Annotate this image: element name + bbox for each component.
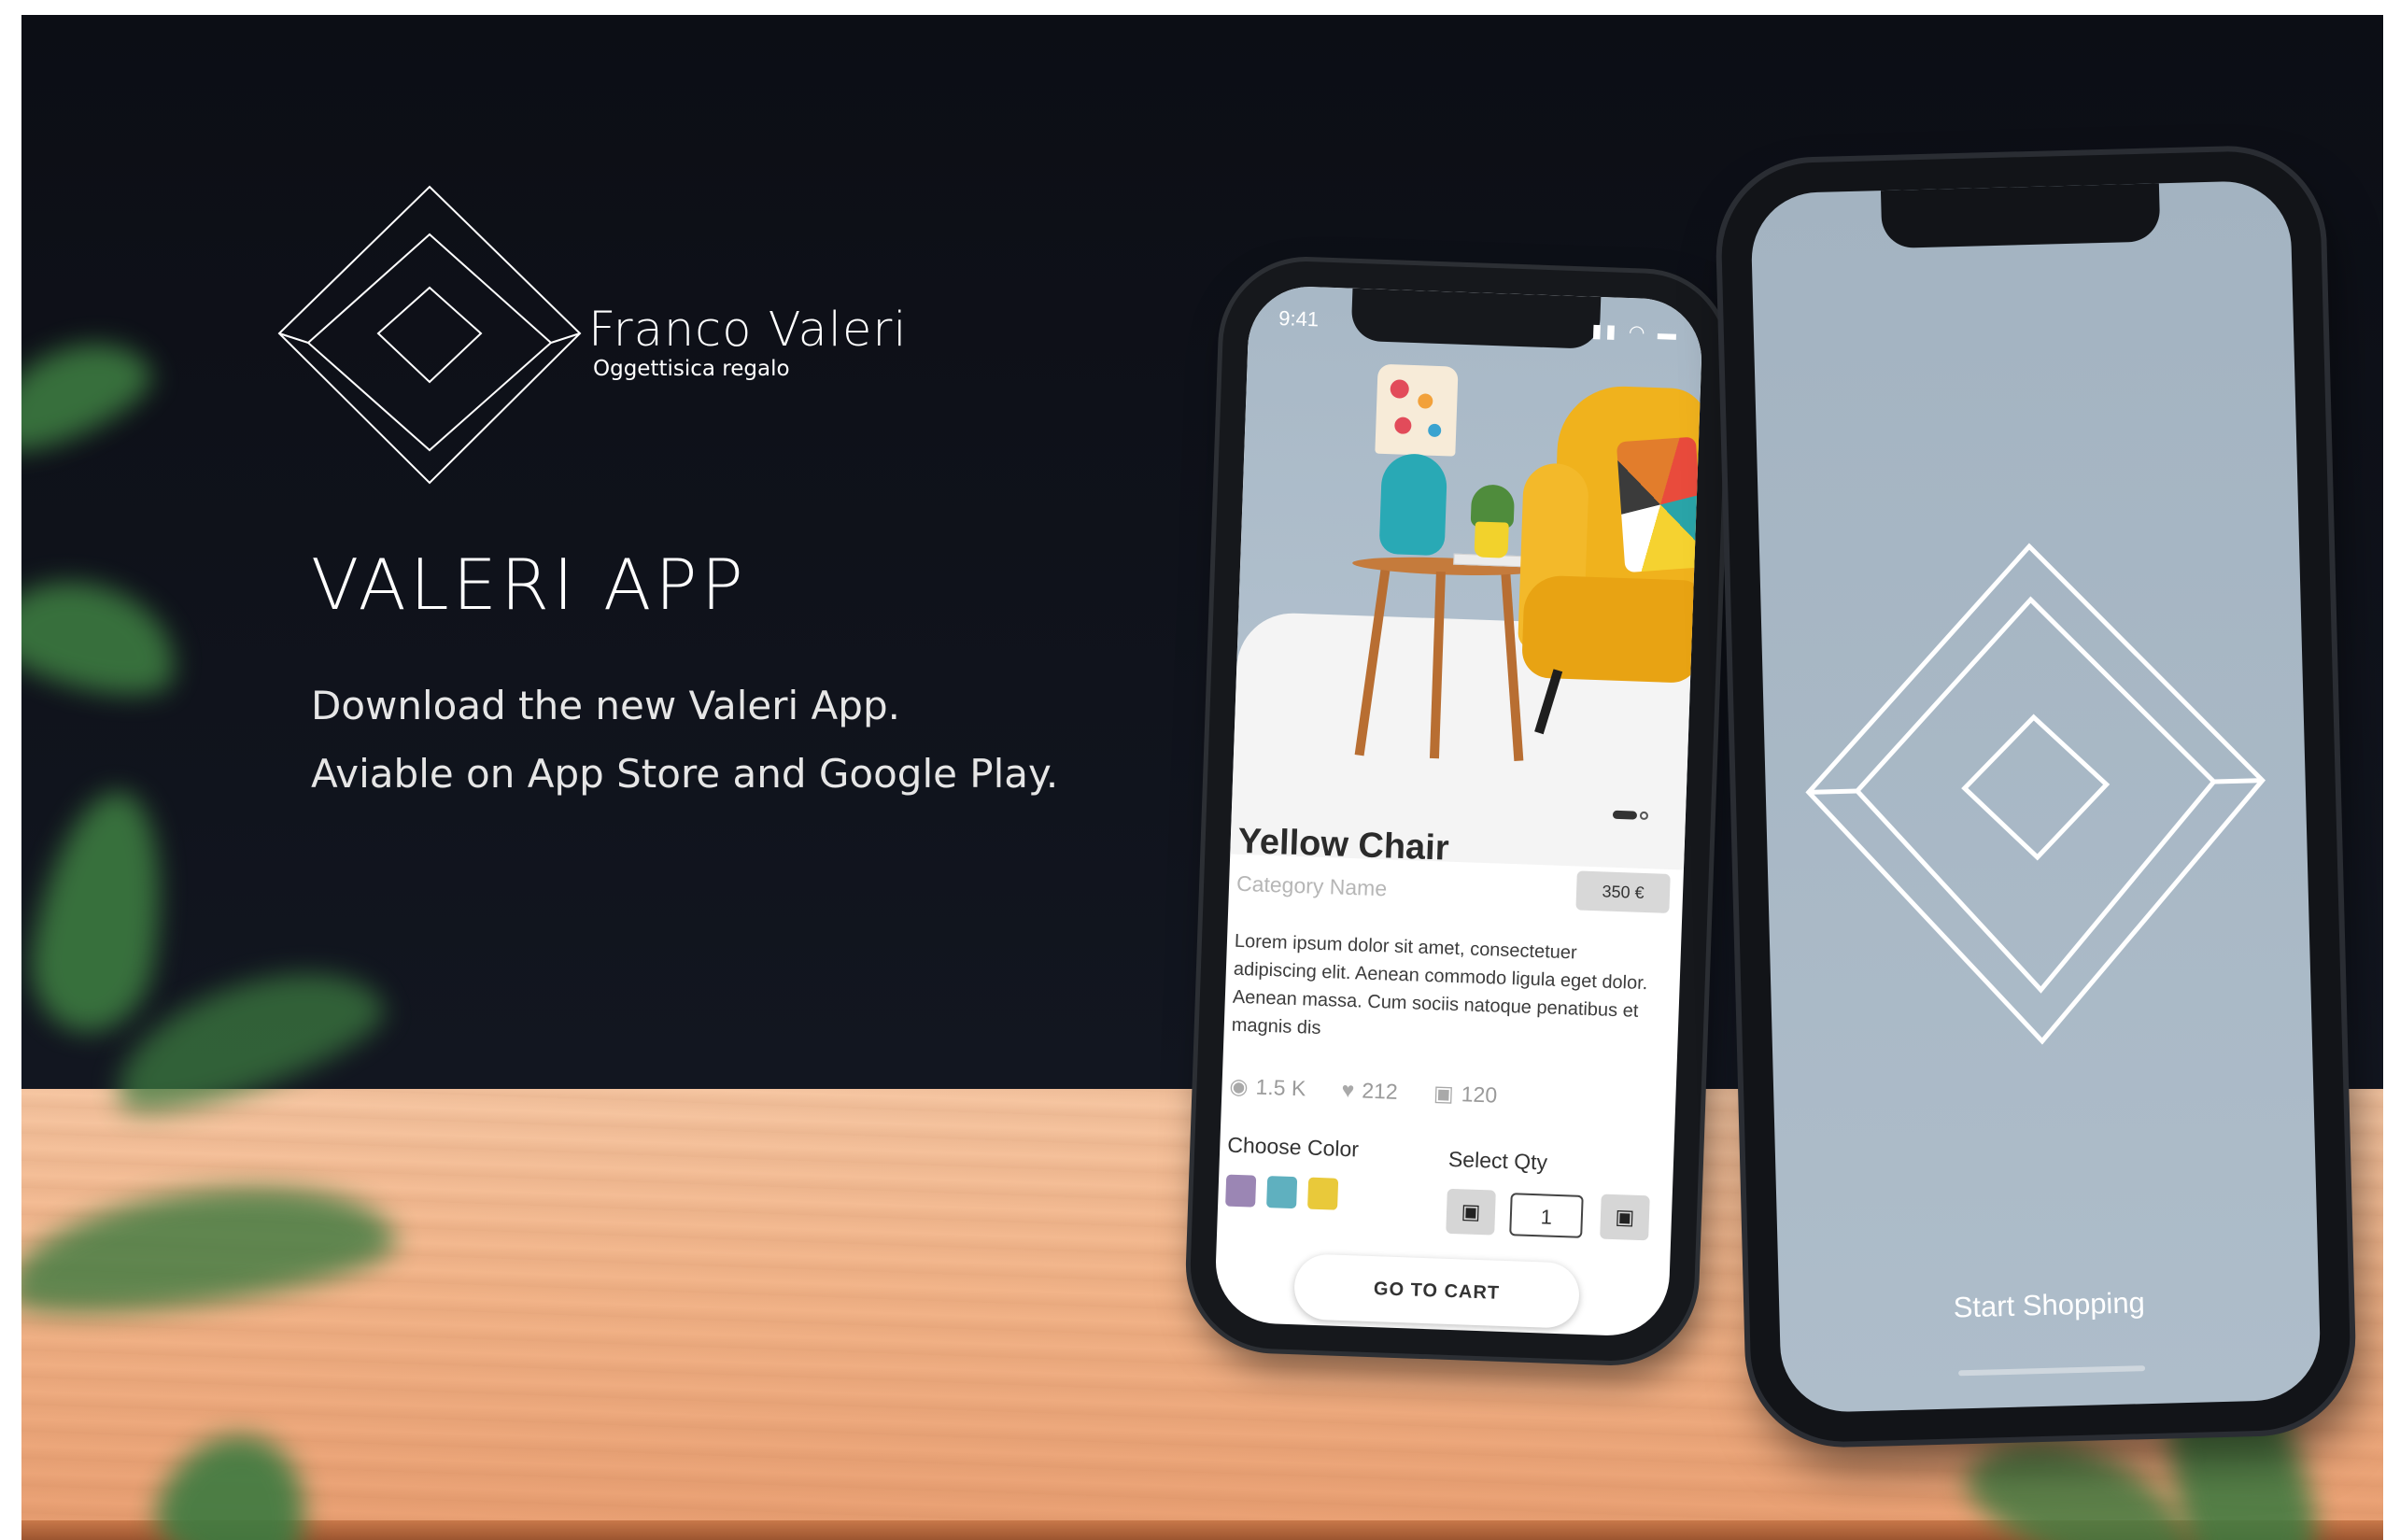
product-screen: 9:41 ▮▮ ◠ ▬ Yellow Chair Category Name 3…	[1213, 284, 1704, 1338]
status-icons: ▮▮ ◠ ▬	[1591, 320, 1681, 345]
chair-pillow	[1616, 436, 1704, 573]
color-swatch-purple[interactable]	[1225, 1174, 1257, 1208]
phone-product-detail: 9:41 ▮▮ ◠ ▬ Yellow Chair Category Name 3…	[1187, 258, 1730, 1364]
qty-increase-button[interactable]: ▣	[1600, 1194, 1650, 1241]
home-indicator[interactable]	[1958, 1365, 2146, 1377]
pager-dot[interactable]	[1639, 811, 1649, 821]
phone-notch	[1880, 183, 2161, 249]
start-shopping-button[interactable]: Start Shopping	[1779, 1281, 2320, 1329]
color-swatch-yellow[interactable]	[1307, 1177, 1339, 1210]
qty-decrease-button[interactable]: ▣	[1446, 1188, 1496, 1236]
splash-logo-icon	[1805, 543, 2266, 1045]
phone-splash: Start Shopping	[1719, 148, 2352, 1445]
views-stat: ◉ 1.5 K	[1229, 1074, 1306, 1102]
chair-seat	[1521, 574, 1702, 684]
bag-icon: ▣	[1615, 1205, 1635, 1229]
orders-stat: ▣ 120	[1433, 1081, 1498, 1108]
choose-color-label: Choose Color	[1226, 1132, 1360, 1162]
likes-count: 212	[1361, 1078, 1399, 1104]
color-swatch-teal[interactable]	[1266, 1176, 1298, 1209]
brand-name: Franco Valeri	[588, 303, 908, 358]
eye-icon: ◉	[1229, 1073, 1249, 1099]
brand-logo-icon	[277, 185, 582, 485]
price-badge: 350 €	[1575, 870, 1671, 913]
description-line-1: Download the new Valeri App.	[311, 683, 900, 728]
image-pager[interactable]	[1612, 807, 1649, 825]
bag-icon: ▣	[1461, 1199, 1481, 1224]
pager-active[interactable]	[1612, 810, 1638, 820]
orders-count: 120	[1461, 1081, 1498, 1108]
product-category: Category Name	[1235, 870, 1388, 901]
brand-tagline: Oggettisica regalo	[593, 357, 790, 381]
lamp-base	[1378, 452, 1448, 557]
product-hero-image	[1230, 284, 1704, 870]
heart-icon[interactable]: ♥	[1341, 1078, 1355, 1102]
qty-input[interactable]: 1	[1509, 1193, 1584, 1238]
status-time: 9:41	[1278, 305, 1320, 332]
select-qty-label: Select Qty	[1447, 1146, 1548, 1175]
mockup-scene: Franco Valeri Oggettisica regalo VALERI …	[21, 15, 2383, 1540]
phone-notch	[1350, 288, 1602, 349]
product-description: Lorem ipsum dolor sit amet, consectetuer…	[1231, 930, 1648, 1038]
lamp-shade	[1375, 363, 1459, 457]
product-title: Yellow Chair	[1236, 821, 1450, 869]
go-to-cart-button[interactable]: GO TO CART	[1292, 1253, 1581, 1329]
product-stats: ◉ 1.5 K ♥ 212 ▣ 120	[1229, 1074, 1527, 1109]
plant-pot	[1474, 521, 1509, 558]
likes-stat[interactable]: ♥ 212	[1341, 1078, 1398, 1105]
app-title: VALERI APP	[311, 544, 747, 626]
splash-screen: Start Shopping	[1750, 179, 2322, 1414]
bag-icon: ▣	[1433, 1081, 1455, 1106]
views-count: 1.5 K	[1255, 1074, 1306, 1101]
description-line-2: Aviable on App Store and Google Play.	[311, 751, 1059, 797]
